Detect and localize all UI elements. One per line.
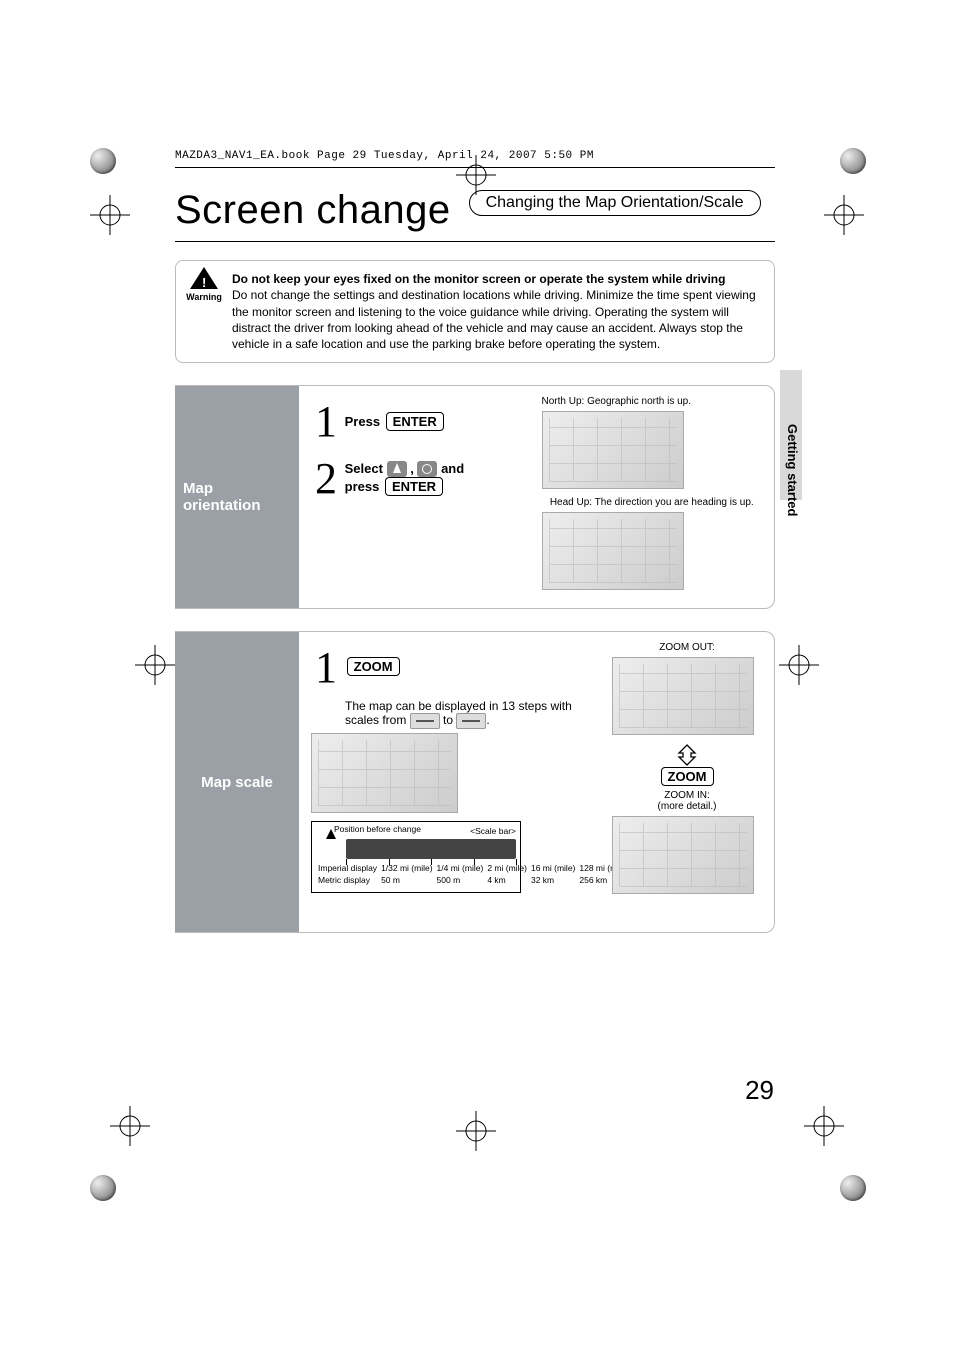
warning-heading: Do not keep your eyes fixed on the monit… (232, 271, 760, 287)
section-label: Map scale (175, 632, 299, 932)
up-down-arrow-icon (665, 743, 709, 767)
page-subtitle: Changing the Map Orientation/Scale (469, 190, 761, 216)
print-medallion (840, 148, 866, 174)
map-screenshot (311, 733, 458, 813)
warning-label: Warning (184, 291, 224, 303)
zoom-out-caption: ZOOM OUT: (612, 642, 762, 653)
map-scale-block: Map scale 1 ZOOM The map can be displaye… (175, 631, 775, 933)
map-screenshot-zoom-in (612, 816, 754, 894)
step-number: 1 (311, 642, 341, 693)
scale-table: Imperial display 1/32 mi (mile) 1/4 mi (… (316, 862, 631, 886)
zoom-key-icon: ZOOM (661, 767, 714, 786)
print-medallion (90, 148, 116, 174)
scale-max-icon (456, 713, 486, 729)
map-screenshot-zoom-out (612, 657, 754, 735)
registration-mark (824, 195, 864, 235)
scale-bar-graphic (346, 839, 516, 859)
section-tab-label: Getting started (785, 424, 800, 516)
period: . (486, 713, 489, 727)
scale-min-icon (410, 713, 440, 729)
page-title: Screen change (175, 188, 451, 233)
zoom-in-subcaption: (more detail.) (658, 801, 717, 812)
page-number: 29 (745, 1075, 774, 1106)
print-medallion (840, 1175, 866, 1201)
compass-ring-icon (417, 461, 437, 477)
step-number: 1 (311, 396, 341, 447)
enter-key-icon: ENTER (386, 412, 444, 431)
map-screenshot (542, 512, 684, 590)
warning-triangle-icon: ! (190, 267, 218, 289)
scale-to: to (443, 713, 453, 727)
zoom-key-icon: ZOOM (347, 657, 400, 676)
table-row: Metric display 50 m 500 m 4 km 32 km 256… (316, 874, 631, 886)
step-text: Press (345, 414, 380, 429)
head-up-caption: Head Up: The direction you are heading i… (542, 497, 763, 508)
section-label: Map orientation (175, 386, 299, 608)
position-before-label: Position before change (334, 824, 421, 834)
map-orientation-block: Map orientation 1 Press ENTER 2 Select , (175, 385, 775, 609)
warning-body: Do not change the settings and destinati… (232, 287, 760, 352)
step-number: 2 (311, 453, 341, 504)
step-text: Select (345, 461, 383, 476)
print-medallion (90, 1175, 116, 1201)
scale-bar-label: <Scale bar> (470, 826, 516, 836)
step-text: press (345, 479, 380, 494)
registration-mark (90, 195, 130, 235)
registration-mark (779, 645, 819, 685)
enter-key-icon: ENTER (385, 477, 443, 496)
zoom-in-caption: ZOOM IN: (664, 790, 710, 801)
registration-mark (110, 1106, 150, 1146)
step-text: and (441, 461, 464, 476)
north-up-caption: North Up: Geographic north is up. (542, 396, 763, 407)
source-filename: MAZDA3_NAV1_EA.book Page 29 Tuesday, Apr… (175, 150, 775, 163)
scale-reference-box: Position before change <Scale bar> Imper… (311, 821, 521, 893)
registration-mark (456, 1111, 496, 1151)
registration-mark (135, 645, 175, 685)
compass-arrow-icon (387, 461, 407, 477)
registration-mark (804, 1106, 844, 1146)
map-screenshot (542, 411, 684, 489)
warning-panel: ! Warning Do not keep your eyes fixed on… (175, 260, 775, 363)
